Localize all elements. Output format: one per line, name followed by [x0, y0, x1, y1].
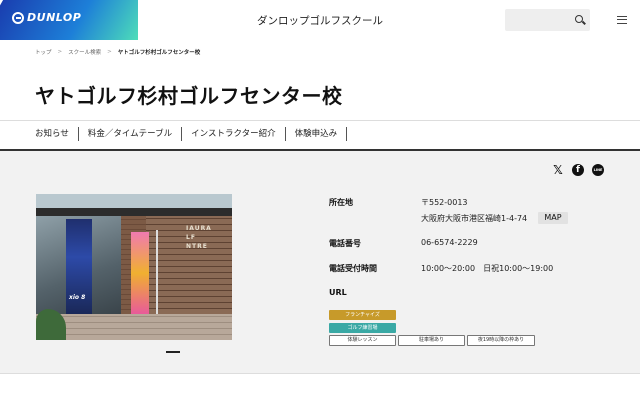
search-input[interactable] — [505, 9, 590, 31]
url-label: URL — [329, 288, 347, 297]
school-tabs: お知らせ 料金／タイムテーブル インストラクター紹介 体験申込み — [35, 127, 348, 141]
tag-trial-lesson: 体験レッスン — [329, 335, 396, 346]
phone-value[interactable]: 06-6574-2229 — [421, 238, 478, 247]
tab-news[interactable]: お知らせ — [35, 127, 79, 141]
breadcrumb-separator: > — [57, 49, 63, 55]
golf-range-badge: ゴルフ練習場 — [329, 323, 396, 333]
hours-label: 電話受付時間 — [329, 264, 377, 273]
address-label: 所在地 — [329, 198, 353, 207]
map-button[interactable]: MAP — [538, 212, 568, 224]
tab-instructors[interactable]: インストラクター紹介 — [182, 127, 286, 141]
tag-evening-slots: 夜19時以降の枠あり — [467, 335, 535, 346]
page-title: ヤトゴルフ杉村ゴルフセンター校 — [35, 84, 343, 108]
school-photo[interactable]: IAURA LF NTRE xio 8 — [36, 194, 232, 340]
breadcrumb-separator: > — [107, 49, 112, 55]
address-value: 大阪府大阪市港区福崎1-4-74 — [421, 214, 528, 223]
share-line-icon[interactable]: LINE — [592, 164, 604, 176]
next-section — [0, 374, 640, 400]
breadcrumb-current: ヤトゴルフ杉村ゴルフセンター校 — [117, 50, 201, 56]
building-sign: IAURA LF NTRE — [186, 225, 212, 250]
phone-label: 電話番号 — [329, 239, 361, 248]
share-facebook-icon[interactable]: f — [572, 164, 584, 176]
tabs-top-divider — [0, 120, 640, 121]
tag-parking: 駐車場あり — [398, 335, 465, 346]
tab-pricing-timetable[interactable]: 料金／タイムテーブル — [79, 127, 183, 141]
breadcrumb: トップ > スクール検索 > ヤトゴルフ杉村ゴルフセンター校 — [35, 48, 200, 56]
hours-value: 10:00〜20:00 日祝10:00〜19:00 — [421, 264, 554, 273]
tab-trial-application[interactable]: 体験申込み — [286, 127, 348, 141]
site-header: DUNLOP ダンロップゴルフスクール — [0, 0, 640, 40]
breadcrumb-school-search[interactable]: スクール検索 — [68, 48, 101, 56]
postal-code: 〒552-0013 — [421, 198, 468, 207]
search-icon[interactable] — [575, 15, 583, 23]
breadcrumb-home[interactable]: トップ — [35, 48, 52, 56]
share-x-icon[interactable]: 𝕏 — [552, 163, 564, 177]
franchise-badge: フランチャイズ — [329, 310, 396, 320]
carousel-indicator[interactable] — [166, 351, 180, 353]
hamburger-menu-icon[interactable] — [617, 16, 627, 24]
pink-banner — [131, 232, 149, 314]
banner-text: xio 8 — [69, 294, 86, 301]
